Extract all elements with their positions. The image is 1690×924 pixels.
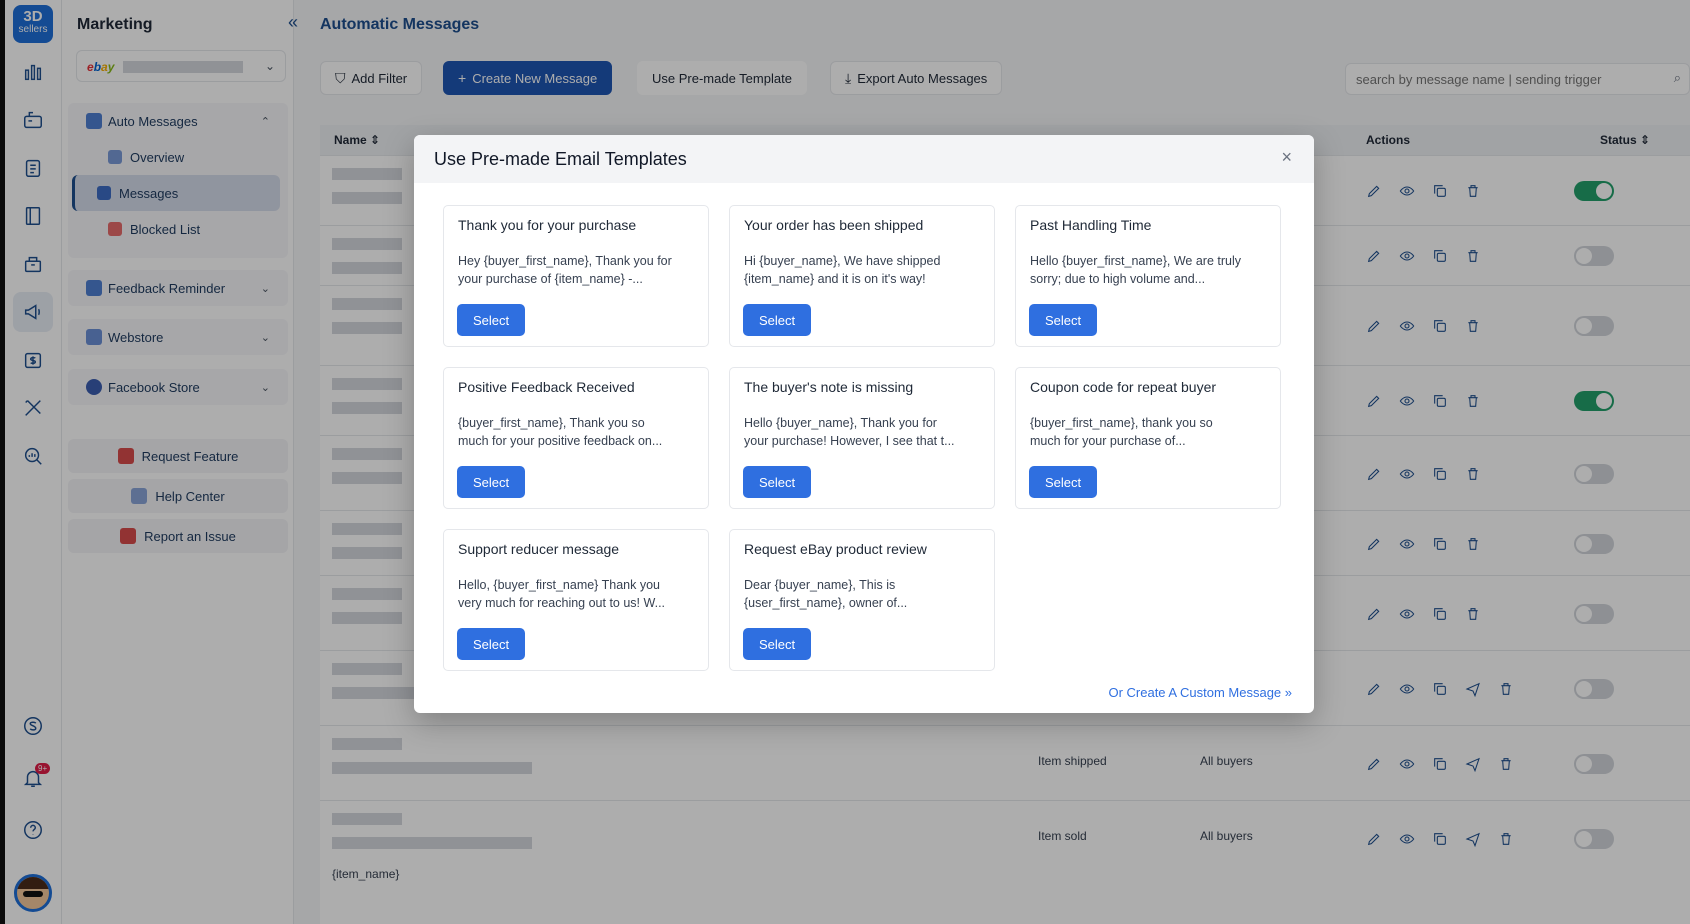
template-card: Past Handling Time Hello {buyer_first_na… xyxy=(1015,205,1281,347)
create-custom-message-link[interactable]: Or Create A Custom Message » xyxy=(1108,685,1292,700)
select-template-button[interactable]: Select xyxy=(1029,304,1098,336)
template-preview: Hello, {buyer_first_name} Thank you very … xyxy=(458,578,666,610)
template-title: Past Handling Time xyxy=(1030,217,1152,233)
template-preview: Hello {buyer_name}, Thank you for your pu… xyxy=(744,416,955,448)
select-template-button[interactable]: Select xyxy=(457,304,526,336)
template-title: Positive Feedback Received xyxy=(458,379,635,395)
template-title: The buyer's note is missing xyxy=(744,379,914,395)
select-template-button[interactable]: Select xyxy=(743,466,812,498)
template-title: Support reducer message xyxy=(458,541,620,557)
template-preview: Hey {buyer_first_name}, Thank you for you… xyxy=(458,254,672,286)
template-card: Request eBay product review Dear {buyer_… xyxy=(729,529,995,671)
template-preview: Dear {buyer_name}, This is {user_first_na… xyxy=(744,578,908,610)
select-template-button[interactable]: Select xyxy=(743,628,812,660)
template-card: Support reducer message Hello, {buyer_fi… xyxy=(443,529,709,671)
template-preview: {buyer_first_name}, thank you so much for… xyxy=(1030,416,1213,448)
template-card: The buyer's note is missing Hello {buyer… xyxy=(729,367,995,509)
template-title: Thank you for your purchase xyxy=(458,217,637,233)
select-template-button[interactable]: Select xyxy=(457,628,526,660)
template-preview: Hello {buyer_first_name}, We are truly so… xyxy=(1030,254,1241,286)
close-icon[interactable]: × xyxy=(1281,147,1292,168)
template-title: Your order has been shipped xyxy=(744,217,924,233)
select-template-button[interactable]: Select xyxy=(1029,466,1098,498)
premade-templates-modal: Use Pre-made Email Templates × Thank you… xyxy=(414,135,1314,713)
template-title: Request eBay product review xyxy=(744,541,927,557)
modal-title: Use Pre-made Email Templates xyxy=(434,149,687,169)
template-preview: Hi {buyer_name}, We have shipped {item_na… xyxy=(744,254,941,286)
template-card: Positive Feedback Received {buyer_first_… xyxy=(443,367,709,509)
template-card: Your order has been shipped Hi {buyer_na… xyxy=(729,205,995,347)
select-template-button[interactable]: Select xyxy=(743,304,812,336)
template-card: Coupon code for repeat buyer {buyer_firs… xyxy=(1015,367,1281,509)
template-title: Coupon code for repeat buyer xyxy=(1030,379,1217,395)
select-template-button[interactable]: Select xyxy=(457,466,526,498)
template-preview: {buyer_first_name}, Thank you so much for… xyxy=(458,416,663,448)
modal-header: Use Pre-made Email Templates × xyxy=(414,135,1314,183)
template-card: Thank you for your purchase Hey {buyer_f… xyxy=(443,205,709,347)
